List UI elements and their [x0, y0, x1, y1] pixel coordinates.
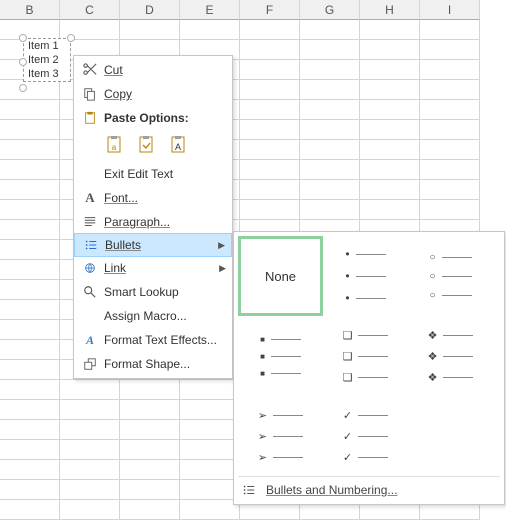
col-header[interactable]: H — [360, 0, 420, 20]
resize-handle[interactable] — [19, 84, 27, 92]
bullets-and-numbering[interactable]: Bullets and Numbering... — [238, 476, 500, 500]
paragraph-icon — [80, 215, 100, 229]
resize-handle[interactable] — [19, 58, 27, 66]
menu-label: Font... — [100, 191, 226, 205]
menu-font[interactable]: A Font... — [74, 186, 232, 210]
text-effects-icon: A — [80, 333, 100, 348]
menu-copy[interactable]: Copy — [74, 82, 232, 106]
scissors-icon — [80, 63, 100, 77]
menu-format-text-effects[interactable]: A Format Text Effects... — [74, 328, 232, 352]
bullets-gallery: None • • • ○ ○ ○ ■ ■ ■ ❑ ❑ ❑ ❖ ❖ ❖ ➢ — [233, 231, 505, 505]
menu-label: Link — [100, 261, 219, 275]
textbox-line: Item 1 — [24, 39, 70, 53]
menu-link[interactable]: Link ▶ — [74, 256, 232, 280]
textbox-line: Item 2 — [24, 53, 70, 67]
col-header[interactable]: F — [240, 0, 300, 20]
footer-label: Bullets and Numbering... — [266, 483, 397, 497]
menu-assign-macro[interactable]: Assign Macro... — [74, 304, 232, 328]
textbox-line: Item 3 — [24, 67, 70, 81]
menu-label: Paste Options: — [100, 111, 226, 125]
bullet-style-circle[interactable]: ○ ○ ○ — [408, 236, 493, 316]
menu-label: Paragraph... — [100, 215, 226, 229]
bullet-style-none[interactable]: None — [238, 236, 323, 316]
col-header[interactable]: G — [300, 0, 360, 20]
menu-label: Format Shape... — [100, 357, 226, 371]
search-icon — [80, 285, 100, 299]
svg-text:A: A — [175, 142, 181, 152]
column-headers: B C D E F G H I — [0, 0, 480, 20]
svg-text:a: a — [112, 143, 117, 152]
submenu-arrow-icon: ▶ — [218, 240, 225, 251]
menu-label: Smart Lookup — [100, 285, 226, 299]
menu-label: Bullets — [101, 238, 218, 252]
menu-label: Format Text Effects... — [100, 333, 226, 347]
copy-icon — [80, 87, 100, 101]
font-icon: A — [80, 190, 100, 206]
bullet-style-arrow[interactable]: ➢ ➢ ➢ — [238, 396, 323, 476]
menu-exit-edit-text[interactable]: Exit Edit Text — [74, 162, 232, 186]
menu-smart-lookup[interactable]: Smart Lookup — [74, 280, 232, 304]
none-label: None — [265, 269, 296, 284]
bullet-style-disc[interactable]: • • • — [323, 236, 408, 316]
menu-cut[interactable]: Cut — [74, 58, 232, 82]
resize-handle[interactable] — [67, 34, 75, 42]
bullets-icon — [81, 238, 101, 252]
submenu-arrow-icon: ▶ — [219, 263, 226, 274]
resize-handle[interactable] — [19, 34, 27, 42]
col-header[interactable]: C — [60, 0, 120, 20]
bullets-icon — [242, 483, 258, 497]
clipboard-icon — [80, 111, 100, 125]
menu-paste-options: Paste Options: — [74, 106, 232, 130]
menu-label: Cut — [100, 63, 226, 77]
bullet-style-hollow-square[interactable]: ❑ ❑ ❑ — [323, 316, 408, 396]
link-icon — [80, 261, 100, 275]
format-shape-icon — [80, 357, 100, 371]
menu-format-shape[interactable]: Format Shape... — [74, 352, 232, 376]
menu-label: Copy — [100, 87, 226, 101]
menu-label: Assign Macro... — [100, 309, 226, 323]
context-menu: Cut Copy Paste Options: a A Exit Edit Te… — [73, 55, 233, 379]
menu-bullets[interactable]: Bullets ▶ — [74, 233, 232, 257]
col-header[interactable]: D — [120, 0, 180, 20]
paste-option-text[interactable]: A — [166, 132, 192, 158]
col-header[interactable]: I — [420, 0, 480, 20]
menu-label: Exit Edit Text — [100, 167, 226, 181]
bullet-style-check[interactable]: ✓ ✓ ✓ — [323, 396, 408, 476]
col-header[interactable]: E — [180, 0, 240, 20]
paste-options-row: a A — [74, 130, 232, 162]
text-box-shape[interactable]: Item 1 Item 2 Item 3 — [23, 38, 71, 82]
col-header[interactable]: B — [0, 0, 60, 20]
menu-paragraph[interactable]: Paragraph... — [74, 210, 232, 234]
paste-option-merge[interactable] — [134, 132, 160, 158]
bullet-style-square[interactable]: ■ ■ ■ — [238, 316, 323, 396]
bullet-style-diamond[interactable]: ❖ ❖ ❖ — [408, 316, 493, 396]
paste-option-source[interactable]: a — [102, 132, 128, 158]
